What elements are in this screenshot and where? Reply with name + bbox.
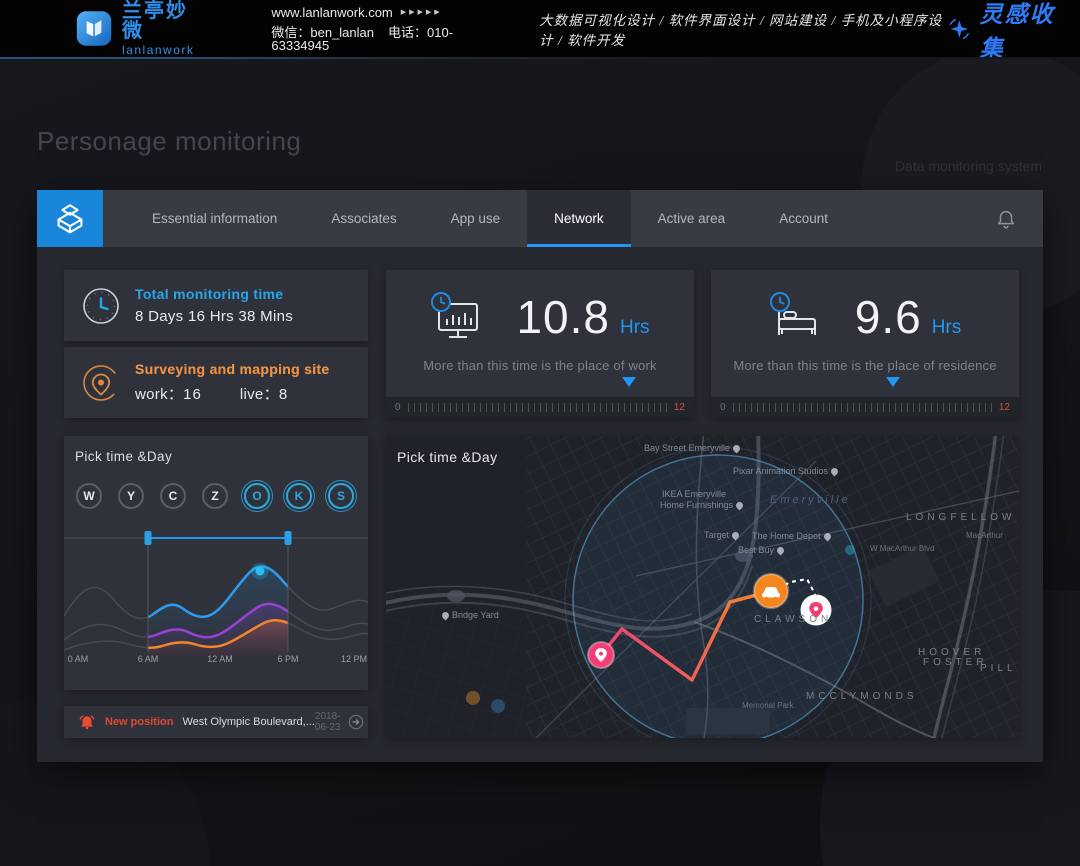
x-tick: 12 PM <box>341 654 367 664</box>
tab-essential-information[interactable]: Essential information <box>125 190 304 247</box>
work-gauge-marker[interactable] <box>622 377 636 394</box>
x-tick: 6 PM <box>277 654 298 664</box>
day-button-o[interactable]: O <box>244 483 270 509</box>
bed-clock-icon <box>769 291 825 343</box>
surveying-title: Surveying and mapping site <box>135 361 330 377</box>
map-pin-icon <box>81 363 121 403</box>
work-gauge-ruler[interactable]: 0 12 <box>386 397 694 418</box>
data-point-marker[interactable] <box>256 567 265 576</box>
x-axis-labels: 0 AM 6 AM 12 AM 6 PM 12 PM <box>64 654 368 670</box>
ruler-ticks <box>733 403 992 412</box>
picker-title: Pick time &Day <box>75 449 172 464</box>
clock-icon <box>81 286 121 326</box>
layers-box-icon <box>51 200 89 238</box>
map-card: Bay Street Emeryville Pixar Animation St… <box>386 436 1019 738</box>
notifications-button[interactable] <box>995 190 1017 247</box>
day-button-w[interactable]: W <box>76 483 102 509</box>
tab-active-area[interactable]: Active area <box>631 190 753 247</box>
tab-list: Essential information Associates App use… <box>125 190 855 247</box>
day-button-k[interactable]: K <box>286 483 312 509</box>
range-handle-left[interactable] <box>145 531 152 545</box>
ruler-max: 12 <box>999 402 1010 413</box>
ruler-ticks <box>408 403 667 412</box>
arrows-decoration: ▶▶▶▶▶ <box>401 9 443 16</box>
work-value: 16 <box>183 386 202 403</box>
surveying-row: Surveying and mapping site work：16 live：8 <box>64 347 368 418</box>
residence-gauge-marker[interactable] <box>886 377 900 394</box>
collect-text: 灵感收集 <box>980 0 1062 63</box>
day-button-c[interactable]: C <box>160 483 186 509</box>
residence-hours-card: 9.6 Hrs More than this time is the place… <box>711 270 1019 418</box>
arrow-circle-icon <box>348 714 364 730</box>
residence-hours-unit: Hrs <box>932 317 962 339</box>
heat-dot-blue <box>491 699 505 713</box>
alarm-icon <box>78 713 96 731</box>
live-value: 8 <box>279 386 288 403</box>
day-button-s[interactable]: S <box>328 483 354 509</box>
x-tick: 6 AM <box>138 654 159 664</box>
services-text: 大数据可视化设计 / 软件界面设计 / 网站建设 / 手机及小程序设计 / 软件… <box>539 9 947 49</box>
vehicle-marker[interactable] <box>754 574 788 608</box>
residence-hours-caption: More than this time is the place of resi… <box>711 358 1019 373</box>
alert-address: West Olympic Boulevard,... <box>182 716 314 728</box>
start-marker[interactable] <box>588 642 614 668</box>
book-logo-icon <box>76 8 112 49</box>
brand-name-en: lanlanwork <box>122 44 199 56</box>
ruler-min: 0 <box>720 402 726 413</box>
screen: 兰亭妙微 lanlanwork www.lanlanwork.com ▶▶▶▶▶… <box>0 0 1080 866</box>
collect-group: 灵感收集 <box>947 0 1062 63</box>
work-hours-card: 10.8 Hrs More than this time is the plac… <box>386 270 694 418</box>
day-button-row: W Y C Z O K S <box>76 483 354 509</box>
activity-wave-chart <box>64 524 368 656</box>
page-subtitle: Data monitoring system <box>895 158 1042 174</box>
tab-account[interactable]: Account <box>752 190 855 247</box>
total-monitoring-value: 8 Days 16 Hrs 38 Mins <box>135 308 293 325</box>
map-title: Pick time &Day <box>397 449 498 465</box>
residence-gauge-ruler[interactable]: 0 12 <box>711 397 1019 418</box>
bell-icon <box>995 208 1017 230</box>
x-tick: 0 AM <box>68 654 89 664</box>
ruler-max: 12 <box>674 402 685 413</box>
live-label: live： <box>240 386 279 403</box>
work-label: work： <box>135 386 183 403</box>
stat-card: Total monitoring time 8 Days 16 Hrs 38 M… <box>64 270 368 418</box>
x-tick: 12 AM <box>207 654 233 664</box>
total-monitoring-row: Total monitoring time 8 Days 16 Hrs 38 M… <box>64 270 368 341</box>
brand-logo: 兰亭妙微 lanlanwork <box>76 1 199 56</box>
work-hours-value: 10.8 <box>516 290 610 344</box>
page-title: Personage monitoring <box>37 126 301 157</box>
contact-block: www.lanlanwork.com ▶▶▶▶▶ 微信：ben_lanlan电话… <box>271 6 471 52</box>
home-module-button[interactable] <box>37 190 103 247</box>
total-monitoring-title: Total monitoring time <box>135 286 293 302</box>
surveying-values: work：16 live：8 <box>135 383 330 404</box>
brand-name-cn: 兰亭妙微 <box>122 1 199 41</box>
alert-label: New position <box>105 716 173 728</box>
range-handle-right[interactable] <box>285 531 292 545</box>
tab-bar: Essential information Associates App use… <box>37 190 1043 247</box>
tab-associates[interactable]: Associates <box>304 190 423 247</box>
alert-go-button[interactable] <box>348 714 364 730</box>
work-hours-unit: Hrs <box>620 317 650 339</box>
promo-banner: 兰亭妙微 lanlanwork www.lanlanwork.com ▶▶▶▶▶… <box>0 0 1080 57</box>
new-position-alert: New position West Olympic Boulevard,... … <box>64 706 368 738</box>
destination-marker[interactable] <box>801 595 832 626</box>
alert-date: 2018-06-23 <box>315 711 341 733</box>
tab-network[interactable]: Network <box>527 190 631 247</box>
sparkle-star-icon <box>947 14 972 44</box>
ruler-min: 0 <box>395 402 401 413</box>
work-hours-caption: More than this time is the place of work <box>386 358 694 373</box>
dashboard-panel: Essential information Associates App use… <box>37 190 1043 762</box>
heat-dot-orange <box>466 691 480 705</box>
residence-hours-value: 9.6 <box>855 290 922 344</box>
map-canvas[interactable] <box>386 436 1019 738</box>
tab-app-use[interactable]: App use <box>424 190 528 247</box>
heat-dot-teal <box>845 545 855 555</box>
monitor-clock-icon <box>430 291 486 343</box>
day-button-y[interactable]: Y <box>118 483 144 509</box>
day-button-z[interactable]: Z <box>202 483 228 509</box>
website-text: www.lanlanwork.com <box>271 6 392 19</box>
time-day-picker-card: Pick time &Day W Y C Z O K S <box>64 436 368 690</box>
